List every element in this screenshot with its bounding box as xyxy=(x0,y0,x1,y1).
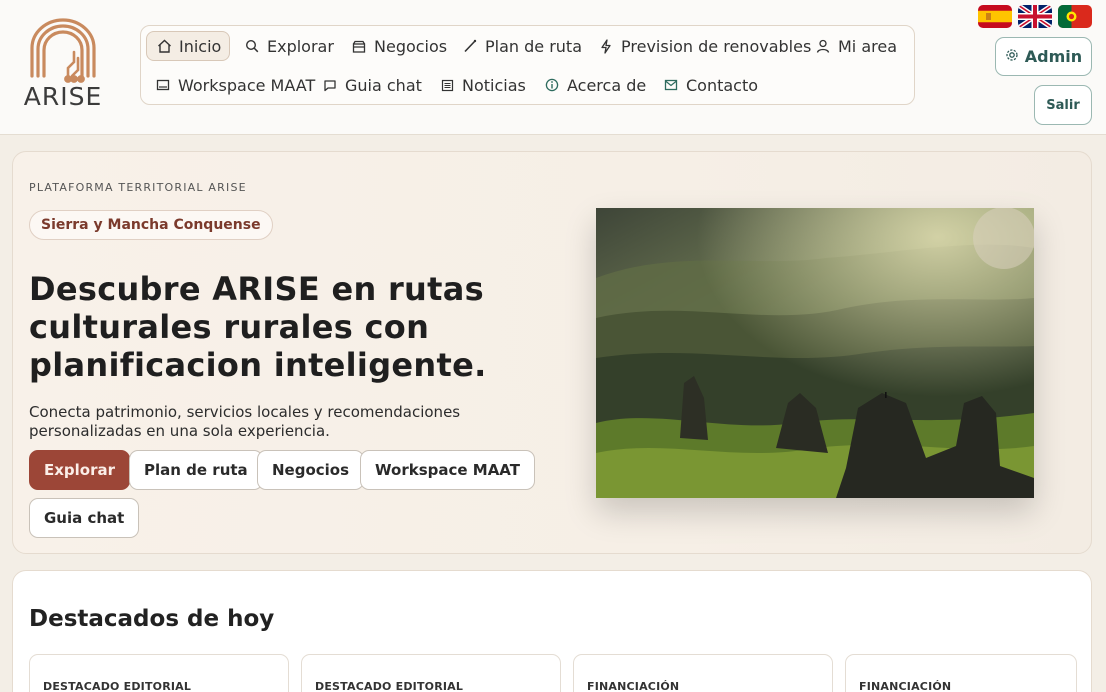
highlight-card[interactable]: FINANCIACIÓN xyxy=(573,654,833,692)
nav-label: Contacto xyxy=(686,75,759,95)
card-tag: FINANCIACIÓN xyxy=(859,680,952,692)
user-icon xyxy=(814,38,832,54)
nav-label: Workspace MAAT xyxy=(178,75,316,95)
nav-label: Explorar xyxy=(267,36,334,56)
nav-label: Prevision de renovables xyxy=(621,36,812,56)
hero-eyebrow: PLATAFORMA TERRITORIAL ARISE xyxy=(29,181,247,194)
nav-item-explorar[interactable]: Explorar xyxy=(243,31,334,61)
highlights-section: Destacados de hoy DESTACADO EDITORIAL DE… xyxy=(12,570,1092,692)
nav-label: Inicio xyxy=(179,36,222,56)
region-pill: Sierra y Mancha Conquense xyxy=(29,210,273,240)
arch-logo-icon xyxy=(30,18,96,83)
nav-item-guia-chat[interactable]: Guia chat xyxy=(321,70,422,100)
hero-section: PLATAFORMA TERRITORIAL ARISE Sierra y Ma… xyxy=(12,151,1092,554)
highlight-card[interactable]: FINANCIACIÓN xyxy=(845,654,1077,692)
flag-pt-icon[interactable] xyxy=(1058,5,1092,28)
nav-label: Negocios xyxy=(374,36,448,56)
card-tag: DESTACADO EDITORIAL xyxy=(43,680,192,692)
main-nav: Inicio Explorar Negocios Plan de ruta Pr… xyxy=(140,25,915,105)
plan-de-ruta-button[interactable]: Plan de ruta xyxy=(129,450,263,490)
brand-name: ARISE xyxy=(23,82,103,111)
nav-item-contacto[interactable]: Contacto xyxy=(662,70,758,100)
highlight-card[interactable]: DESTACADO EDITORIAL xyxy=(29,654,289,692)
nav-item-noticias[interactable]: Noticias xyxy=(438,70,526,100)
guia-chat-button[interactable]: Guia chat xyxy=(29,498,140,538)
nav-item-mi-area[interactable]: Mi area xyxy=(814,31,897,61)
nav-label: Noticias xyxy=(462,75,526,95)
nav-item-plan-de-ruta[interactable]: Plan de ruta xyxy=(461,31,582,61)
top-header: ARISE Inicio Explorar Negocios Plan de r… xyxy=(0,0,1106,135)
monitor-icon xyxy=(154,77,172,93)
search-icon xyxy=(243,38,261,54)
nav-item-workspace-maat[interactable]: Workspace MAAT xyxy=(154,70,315,100)
negocios-button[interactable]: Negocios xyxy=(257,450,365,490)
home-icon xyxy=(155,38,173,54)
explorar-button[interactable]: Explorar xyxy=(29,450,131,490)
chat-icon xyxy=(321,77,339,93)
hero-description: Conecta patrimonio, servicios locales y … xyxy=(29,403,461,440)
flag-en-icon[interactable] xyxy=(1018,5,1052,28)
news-icon xyxy=(438,77,456,93)
nav-label: Acerca de xyxy=(567,75,647,95)
nav-item-prevision-renovables[interactable]: Prevision de renovables xyxy=(597,31,811,61)
info-icon xyxy=(543,77,561,93)
card-tag: FINANCIACIÓN xyxy=(587,680,680,692)
highlights-title: Destacados de hoy xyxy=(29,606,275,632)
flag-es-icon[interactable] xyxy=(978,5,1012,28)
nav-item-negocios[interactable]: Negocios xyxy=(350,31,447,61)
hero-title: Descubre ARISE en rutas culturales rural… xyxy=(29,270,487,384)
logout-button[interactable]: Salir xyxy=(1034,85,1092,125)
nav-item-inicio[interactable]: Inicio xyxy=(146,31,231,61)
landscape-image xyxy=(596,208,1034,498)
bolt-icon xyxy=(597,38,615,54)
admin-label: Admin xyxy=(1024,47,1083,66)
nav-item-acerca-de[interactable]: Acerca de xyxy=(543,70,646,100)
nav-label: Plan de ruta xyxy=(485,36,583,56)
nav-label: Mi area xyxy=(838,36,898,56)
route-icon xyxy=(461,38,479,54)
workspace-maat-button[interactable]: Workspace MAAT xyxy=(360,450,535,490)
shop-icon xyxy=(350,38,368,54)
brand-logo[interactable]: ARISE xyxy=(22,18,104,111)
nav-label: Guia chat xyxy=(345,75,422,95)
admin-button[interactable]: Admin xyxy=(995,37,1092,76)
logout-label: Salir xyxy=(1046,97,1080,113)
card-tag: DESTACADO EDITORIAL xyxy=(315,680,464,692)
gear-icon xyxy=(1005,48,1019,66)
mail-icon xyxy=(662,77,680,93)
language-switcher xyxy=(978,5,1092,28)
highlight-card[interactable]: DESTACADO EDITORIAL xyxy=(301,654,561,692)
